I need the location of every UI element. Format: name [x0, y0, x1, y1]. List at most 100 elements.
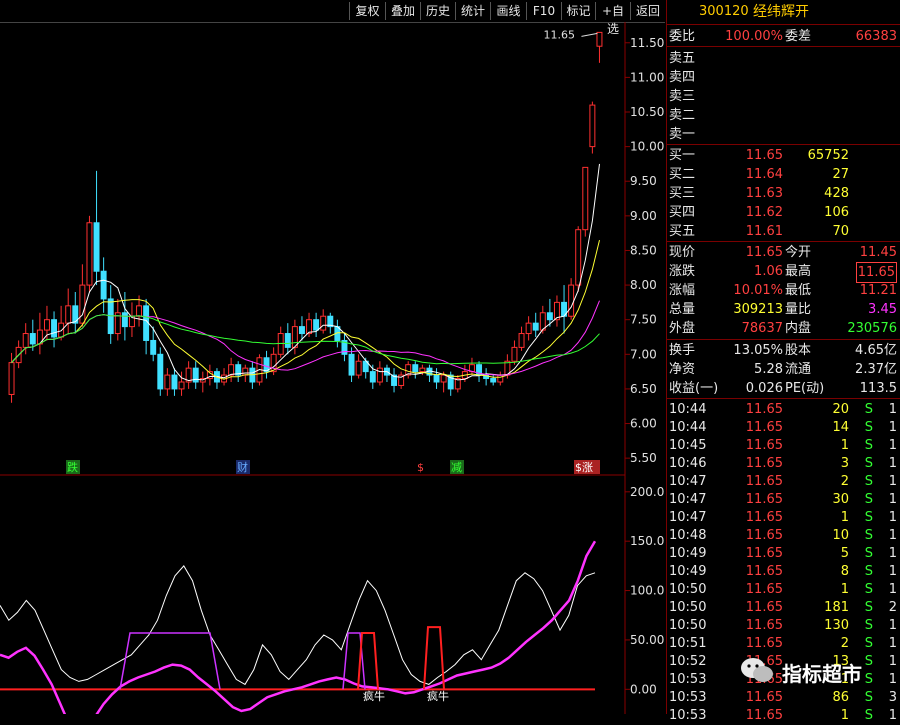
tick-count: 3: [888, 690, 897, 705]
tick-side: S: [864, 546, 873, 561]
stat-label: 外盘: [669, 321, 696, 336]
tick-row: 10:44 11.65 14 S 1: [667, 418, 900, 437]
event-marker: $: [417, 461, 424, 474]
bid-volume: 106: [824, 205, 849, 220]
stat-value: 0.026: [745, 381, 783, 396]
event-marker: 跌: [67, 460, 78, 474]
stat-value: 11.21: [859, 283, 897, 298]
sub-y-tick-label: 150.00: [630, 534, 665, 548]
candle-body: [178, 381, 185, 390]
toolbar-button-1[interactable]: 叠加: [385, 2, 420, 20]
tick-time: 10:49: [669, 564, 707, 579]
tick-side: S: [864, 582, 873, 597]
tick-row: 10:50 11.65 1 S 1: [667, 580, 900, 599]
tick-price: 11.65: [745, 510, 783, 525]
candle-body: [29, 333, 36, 345]
y-tick-label: 7.50: [630, 313, 657, 327]
toolbar-button-8[interactable]: 返回: [630, 2, 665, 20]
stat-label: 换手: [669, 343, 696, 358]
kline-chart-area[interactable]: 11.50 11.00 10.50 10.00 9.50 9.00 8.50 8.00 7.50…: [0, 22, 665, 714]
bid-row: 买三 11.63 428: [667, 184, 900, 203]
tick-price: 11.65: [745, 420, 783, 435]
bid-price: 11.62: [745, 205, 783, 220]
y-tick-label: 6.50: [630, 382, 657, 396]
quote-panel: 300120 经纬辉开 委比 100.00% 委差 66383 卖五 卖四 卖三 卖二…: [666, 0, 900, 723]
stat-value: 3.45: [868, 302, 897, 317]
tick-row: 10:45 11.65 1 S 1: [667, 436, 900, 455]
event-marker: 财: [237, 460, 248, 474]
tick-time: 10:52: [669, 654, 707, 669]
toolbar-button-3[interactable]: 统计: [455, 2, 490, 20]
tick-time: 10:47: [669, 510, 707, 525]
toolbar-button-5[interactable]: F10: [526, 2, 561, 20]
candle-body: [43, 319, 50, 331]
tick-price: 11.65: [745, 690, 783, 705]
toolbar-button-0[interactable]: 复权: [349, 2, 385, 20]
candle-body: [121, 312, 128, 328]
tick-row: 10:47 11.65 2 S 1: [667, 472, 900, 491]
candle-body: [79, 284, 86, 324]
stat-row: 现价 11.65 今开 11.45: [667, 243, 900, 262]
toolbar-button-7[interactable]: +自选: [595, 2, 630, 36]
tick-row: 10:51 11.65 2 S 1: [667, 634, 900, 653]
stat-label: 涨跌: [669, 264, 696, 279]
stat-row: 换手 13.05% 股本 4.65亿: [667, 341, 900, 360]
toolbar-button-2[interactable]: 历史: [420, 2, 455, 20]
tick-row: 10:49 11.65 8 S 1: [667, 562, 900, 581]
stat-label: 总量: [669, 302, 696, 317]
tick-count: 1: [888, 510, 897, 525]
toolbar-button-4[interactable]: 画线: [490, 2, 526, 20]
candle-body: [8, 362, 15, 395]
bid-row: 买五 11.61 70: [667, 222, 900, 241]
candle-body: [419, 367, 426, 373]
tick-count: 1: [888, 636, 897, 651]
toolbar-button-6[interactable]: 标记: [561, 2, 595, 20]
stat-value: 230576: [847, 321, 897, 336]
bid-label: 买四: [669, 205, 696, 220]
stat-value: 78637: [741, 321, 783, 336]
tick-count: 1: [888, 528, 897, 543]
y-tick-label: 11.00: [630, 70, 664, 84]
y-tick-label: 9.50: [630, 174, 657, 188]
tick-price: 11.65: [745, 546, 783, 561]
tick-volume: 20: [832, 402, 849, 417]
stat-label: 现价: [669, 245, 696, 260]
tick-time: 10:50: [669, 618, 707, 633]
last-price-label: 11.65: [543, 28, 575, 41]
candle-body: [164, 374, 171, 390]
tick-volume: 1: [840, 708, 849, 723]
tick-volume: 130: [824, 618, 849, 633]
candle-body: [242, 367, 249, 376]
tick-side: S: [864, 600, 873, 615]
tick-volume: 8: [840, 564, 849, 579]
stat-row: 外盘 78637 内盘 230576: [667, 319, 900, 338]
tick-side: S: [864, 564, 873, 579]
tick-time: 10:44: [669, 420, 707, 435]
tick-volume: 1: [840, 438, 849, 453]
candle-body: [568, 284, 575, 317]
tick-count: 1: [888, 492, 897, 507]
bid-price: 11.65: [745, 148, 783, 163]
candle-body: [228, 364, 235, 376]
tick-time: 10:50: [669, 600, 707, 615]
y-tick-label: 7.00: [630, 347, 657, 361]
bid-price: 11.63: [745, 186, 783, 201]
ma5-line: [11, 163, 600, 382]
y-tick-label: 5.50: [630, 451, 657, 465]
bid-volume: 70: [832, 224, 849, 239]
tick-row: 10:50 11.65 130 S 1: [667, 616, 900, 635]
tick-count: 1: [888, 438, 897, 453]
stat-value: 11.65: [745, 245, 783, 260]
tick-time: 10:51: [669, 636, 707, 651]
ma20-line: [11, 300, 600, 376]
tick-side: S: [864, 528, 873, 543]
signal-box-purple: [119, 632, 221, 690]
stat-label: 今开: [785, 245, 812, 260]
stat-label: 收益(一): [669, 381, 719, 396]
candle-body: [150, 339, 157, 355]
stat-value: 13.05%: [733, 343, 783, 358]
tick-time: 10:53: [669, 672, 707, 687]
bid-volume: 65752: [807, 148, 849, 163]
stat-value: 4.65亿: [855, 343, 897, 358]
tick-price: 11.65: [745, 708, 783, 723]
